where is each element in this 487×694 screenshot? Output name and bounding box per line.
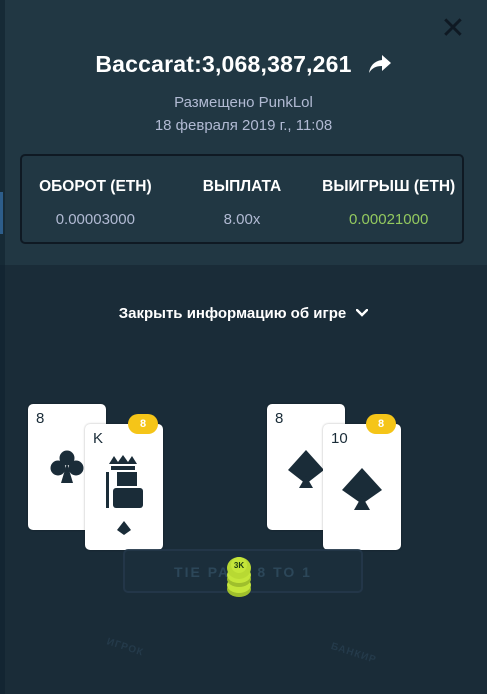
stat-label: ОБОРОТ (ETH) <box>39 178 152 195</box>
king-face-icon <box>106 455 143 508</box>
player-zone-label: ИГРОК <box>105 636 146 659</box>
spade-suit-icon <box>117 521 131 535</box>
chevron-down-icon <box>356 309 369 317</box>
toggle-game-info-label: Закрыть информацию об игре <box>118 304 347 322</box>
banker-zone-label: БАНКИР <box>329 640 378 667</box>
close-button[interactable]: ✕ <box>436 14 470 44</box>
stat-value: 0.00003000 <box>55 211 135 228</box>
bet-chip-stack: 3K <box>226 553 252 599</box>
stat-label: ВЫИГРЫШ (ETH) <box>322 178 456 195</box>
bet-title: Baccarat:3,068,387,261 <box>95 50 352 77</box>
player-score-badge: 8 <box>128 414 158 434</box>
spade-suit-icon <box>342 468 382 510</box>
banker-score-badge: 8 <box>366 414 396 434</box>
spade-suit-icon <box>288 450 324 488</box>
close-icon: ✕ <box>440 12 466 45</box>
toggle-game-info-button[interactable]: Закрыть информацию об игре <box>0 302 487 324</box>
stat-value: 8.00x <box>223 211 261 228</box>
card-rank: 10 <box>331 430 348 447</box>
chip-value-label: 3K <box>233 561 245 570</box>
club-suit-icon <box>50 450 84 483</box>
stat-label: ВЫПЛАТА <box>202 178 282 195</box>
chip-stack-icon <box>227 557 251 597</box>
stat-profit: ВЫИГРЫШ (ETH) 0.00021000 <box>315 156 462 242</box>
background-active-marker <box>0 192 3 234</box>
bet-title-row: Baccarat:3,068,387,261 <box>0 47 487 81</box>
banker-card-2: 10 <box>323 424 401 550</box>
player-card-2: K <box>85 424 163 550</box>
stat-value: 0.00021000 <box>349 211 429 228</box>
stat-wager: ОБОРОТ (ETH) 0.00003000 <box>22 156 169 242</box>
share-icon[interactable] <box>368 53 392 75</box>
card-rank: 8 <box>36 410 45 427</box>
stat-payout: ВЫПЛАТА 8.00x <box>169 156 316 242</box>
card-rank: 8 <box>275 410 284 427</box>
placed-date-text: 18 февраля 2019 г., 11:08 <box>154 117 333 134</box>
placed-by-text: Размещено PunkLol <box>174 94 313 111</box>
card-rank: K <box>93 430 104 447</box>
bet-stats-box: ОБОРОТ (ETH) 0.00003000 ВЫПЛАТА 8.00x ВЫ… <box>20 154 464 244</box>
